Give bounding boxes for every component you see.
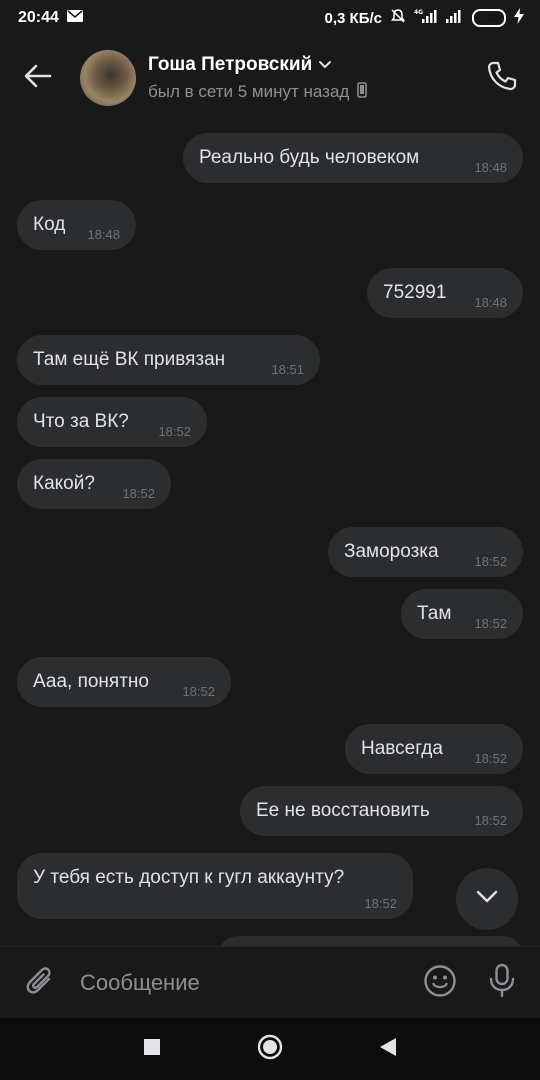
mail-icon	[66, 9, 83, 27]
message-bubble-outgoing[interactable]: Там 18:52	[401, 589, 523, 639]
contact-status: был в сети 5 минут назад	[148, 82, 350, 101]
message-text: Заморозка	[344, 541, 439, 562]
phone-icon	[486, 60, 518, 97]
message-text: Там ещё ВК привязан	[33, 349, 226, 370]
message-bubble-outgoing-partial[interactable]	[218, 936, 523, 946]
message-time: 18:52	[182, 684, 215, 699]
message-text: 752991	[383, 282, 447, 303]
status-time: 20:44	[18, 9, 59, 26]
emoji-button[interactable]	[420, 963, 460, 1003]
message-bubble-incoming[interactable]: У тебя есть доступ к гугл аккаунту? 18:5…	[17, 853, 413, 919]
message-bubble-incoming[interactable]: Код 18:48	[17, 200, 136, 250]
attach-button[interactable]	[20, 963, 60, 1003]
message-text: Реально будь человеком	[199, 147, 420, 168]
message-time: 18:52	[364, 896, 397, 911]
chevron-down-icon	[318, 54, 332, 76]
message-bubble-outgoing[interactable]: 752991 18:48	[367, 268, 523, 318]
message-text: Код	[33, 214, 66, 235]
message-bubble-outgoing[interactable]: Ее не восстановить 18:52	[240, 786, 523, 836]
message-time: 18:48	[474, 160, 507, 175]
message-time: 18:51	[271, 362, 304, 377]
paperclip-icon	[25, 965, 55, 1002]
message-text: Что за ВК?	[33, 411, 129, 432]
net-speed: 0,3 КБ/с	[324, 9, 382, 27]
message-time: 18:52	[474, 554, 507, 569]
status-bar: 20:44 0,3 КБ/с 4G 29	[0, 0, 540, 36]
message-text: Ее не восстановить	[256, 800, 430, 821]
contact-name: Гоша Петровский	[148, 53, 313, 75]
avatar[interactable]	[80, 50, 136, 106]
back-button[interactable]	[18, 58, 58, 98]
message-time: 18:52	[474, 813, 507, 828]
message-text: Какой?	[33, 473, 95, 494]
message-list[interactable]: Реально будь человеком 18:48 Код 18:48 7…	[0, 120, 540, 946]
message-text: Навсегда	[361, 738, 443, 759]
recents-button[interactable]	[137, 1034, 167, 1064]
message-time: 18:48	[87, 227, 120, 242]
message-bubble-outgoing[interactable]: Реально будь человеком 18:48	[183, 133, 523, 183]
mute-bell-icon	[390, 8, 406, 29]
triangle-back-icon	[380, 1037, 396, 1061]
message-bubble-incoming[interactable]: Какой? 18:52	[17, 459, 171, 509]
message-input[interactable]	[78, 962, 402, 1004]
message-time: 18:52	[122, 486, 155, 501]
square-icon	[144, 1038, 160, 1060]
message-time: 18:52	[474, 751, 507, 766]
emoji-icon	[423, 964, 457, 1003]
message-composer	[0, 946, 540, 1019]
scroll-to-bottom-button[interactable]	[456, 868, 518, 930]
back-nav-button[interactable]	[373, 1034, 403, 1064]
chat-header: Гоша Петровский был в сети 5 минут назад	[0, 36, 540, 120]
message-time: 18:52	[474, 616, 507, 631]
voice-message-button[interactable]	[482, 963, 522, 1003]
call-button[interactable]	[482, 58, 522, 98]
microphone-icon	[487, 963, 517, 1004]
message-time: 18:52	[158, 424, 191, 439]
signal-4g-icon: 4G	[414, 8, 438, 29]
signal-icon	[446, 8, 464, 29]
circle-icon	[257, 1034, 283, 1065]
battery-level: 29	[487, 12, 499, 24]
message-text: У тебя есть доступ к гугл аккаунту?	[33, 867, 345, 888]
message-bubble-incoming[interactable]: Что за ВК? 18:52	[17, 397, 207, 447]
chevron-down-icon	[476, 890, 498, 909]
message-time: 18:48	[474, 295, 507, 310]
home-button[interactable]	[255, 1034, 285, 1064]
message-bubble-outgoing[interactable]: Заморозка 18:52	[328, 527, 523, 577]
charging-icon	[514, 7, 524, 29]
contact-info[interactable]: Гоша Петровский был в сети 5 минут назад	[148, 53, 368, 103]
message-text: Ааа, понятно	[33, 671, 149, 692]
back-arrow-icon	[24, 64, 52, 93]
mobile-device-icon	[357, 81, 368, 103]
message-bubble-incoming[interactable]: Там ещё ВК привязан 18:51	[17, 335, 320, 385]
svg-text:4G: 4G	[414, 9, 423, 16]
system-navigation-bar	[0, 1018, 540, 1080]
message-bubble-outgoing[interactable]: Навсегда 18:52	[345, 724, 523, 774]
message-bubble-incoming[interactable]: Ааа, понятно 18:52	[17, 657, 231, 707]
battery-icon: 29	[472, 9, 506, 27]
message-text: Там	[417, 603, 452, 624]
